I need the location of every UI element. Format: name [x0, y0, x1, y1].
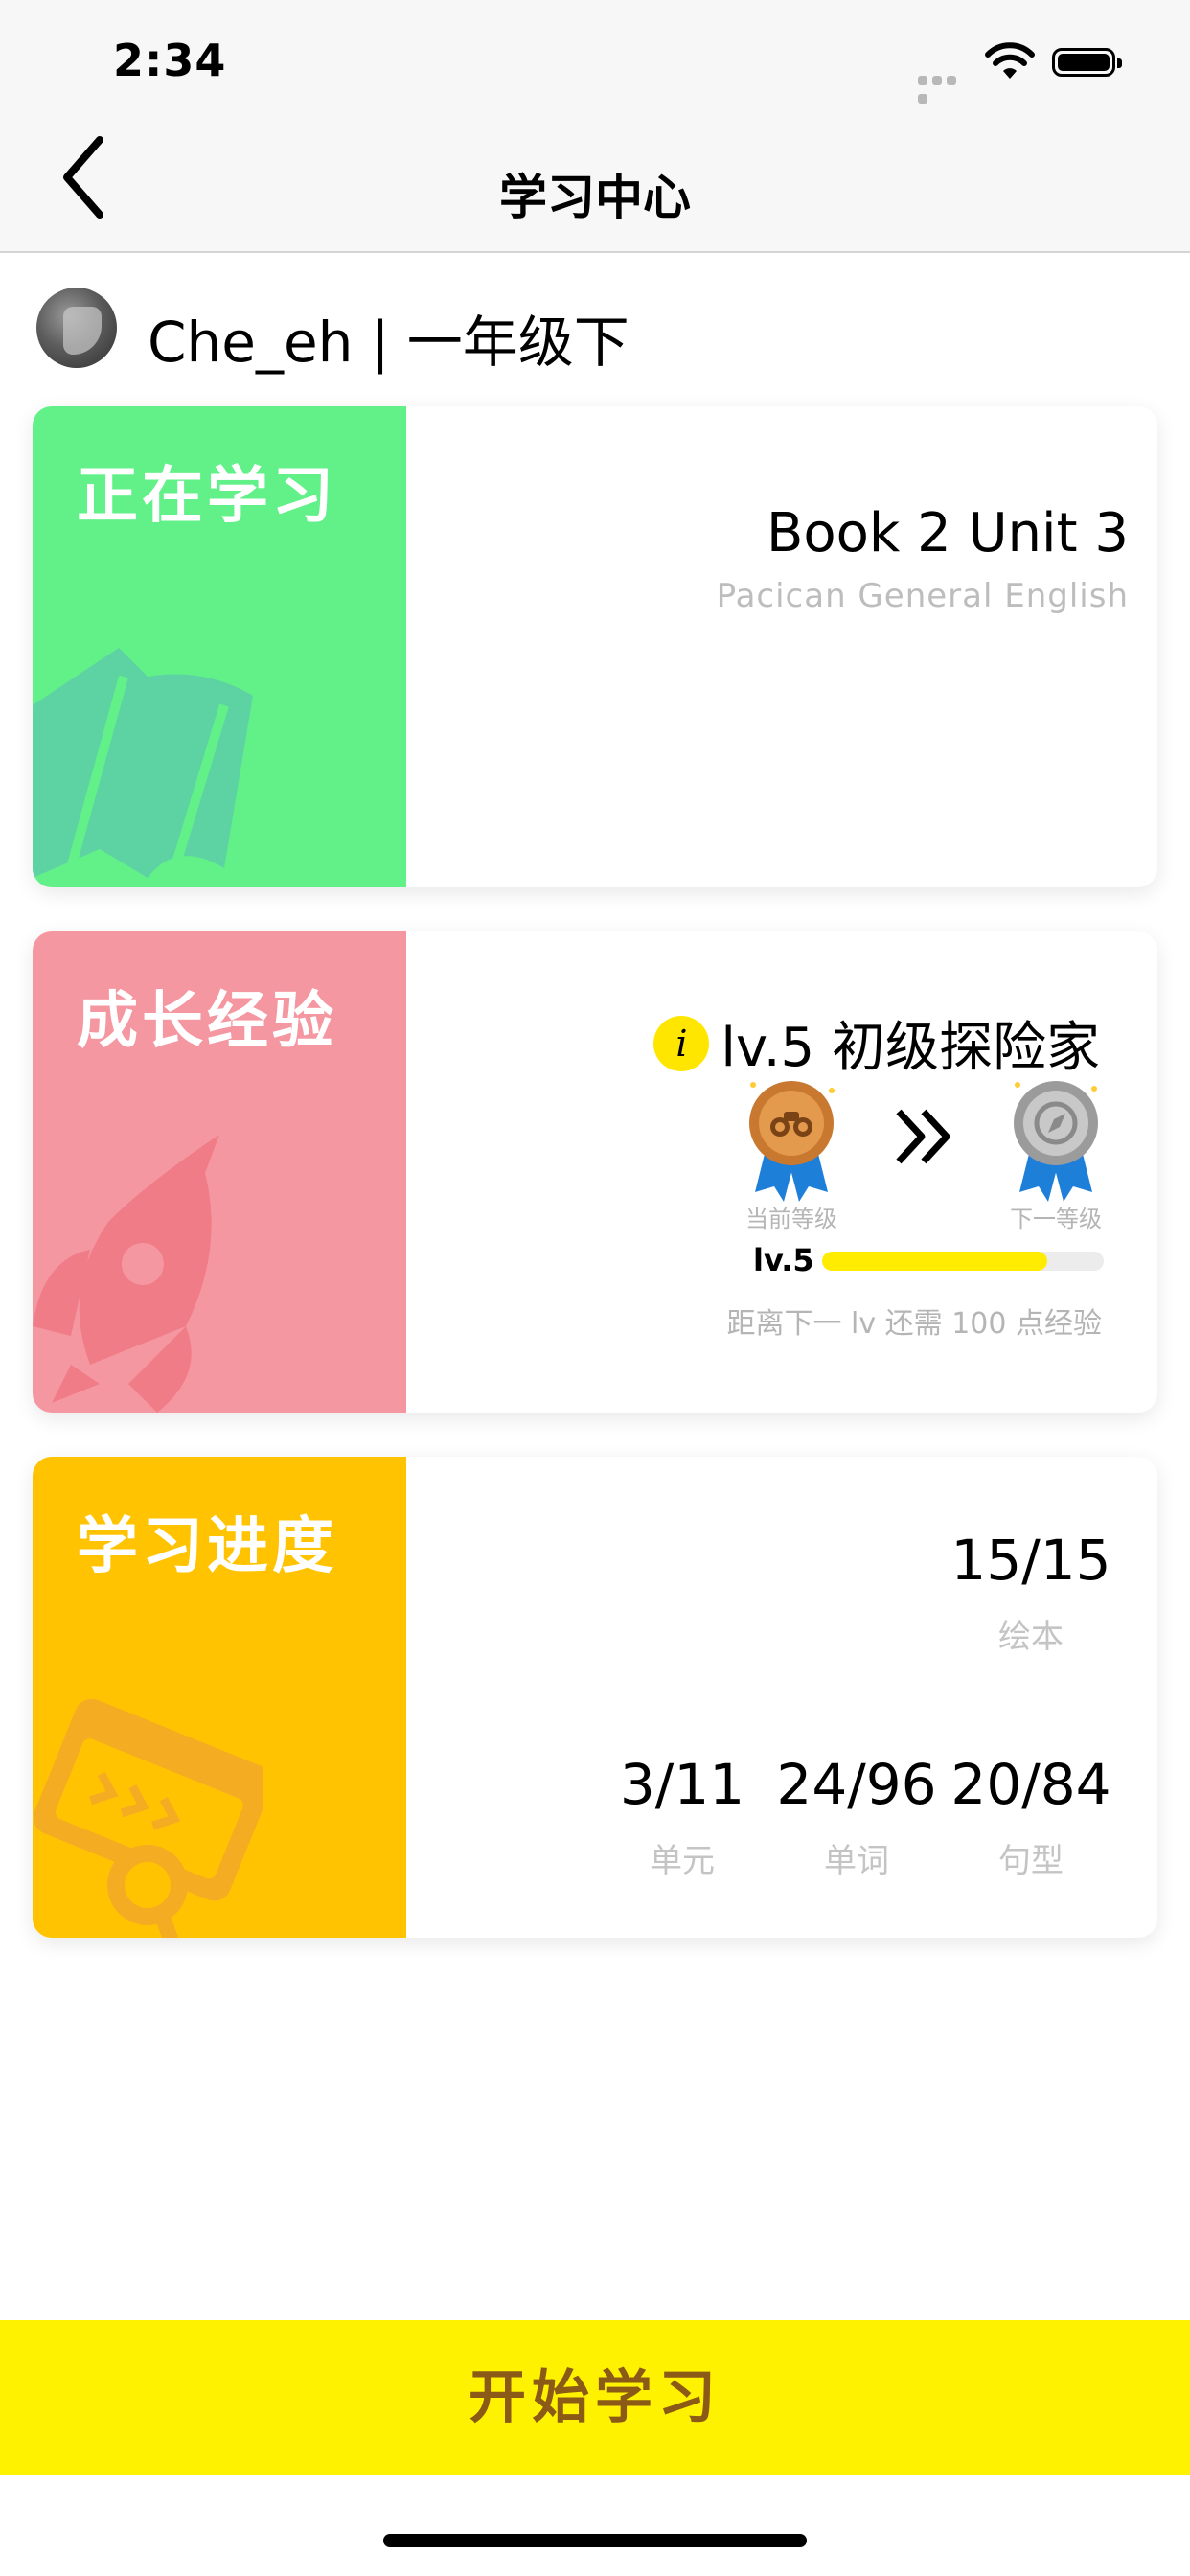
signal-icon: [918, 71, 973, 104]
stat-sentences: 20/84 句型: [935, 1752, 1127, 1881]
current-level-label: 当前等级: [745, 1206, 837, 1232]
stat-picture-books: 15/15 绘本: [935, 1528, 1127, 1657]
status-bar: 2:34: [0, 0, 1190, 126]
user-name-grade: Che_eh | 一年级下: [148, 310, 629, 375]
current-learning-title: 正在学习: [77, 461, 337, 532]
stat-units: 3/11 单元: [586, 1752, 778, 1881]
current-learning-card[interactable]: 正在学习 Book 2 Unit 3 Pacican General Engli…: [33, 406, 1157, 887]
next-level-label: 下一等级: [1010, 1206, 1102, 1232]
stat-words-value: 24/96: [776, 1752, 937, 1817]
battery-icon: [1052, 48, 1122, 77]
stat-sentences-label: 句型: [998, 1842, 1064, 1880]
stat-units-value: 3/11: [619, 1752, 745, 1817]
browser-search-icon: [33, 1698, 263, 1938]
double-chevron-right-icon: [896, 1109, 950, 1164]
avatar[interactable]: [36, 288, 117, 368]
stat-picture-books-value: 15/15: [950, 1528, 1111, 1593]
level-header: i lv.5 初级探险家: [653, 1004, 1100, 1079]
current-learning-side: 正在学习: [33, 406, 406, 887]
progress-title: 学习进度: [77, 1511, 337, 1582]
stat-sentences-value: 20/84: [950, 1752, 1111, 1817]
wifi-icon: [985, 42, 1035, 79]
growth-side: 成长经验: [33, 932, 406, 1413]
home-indicator[interactable]: [383, 2534, 807, 2547]
learning-progress-card[interactable]: 学习进度 15/15 绘本 3/11 单元 24/96 单词 20/84 句型: [33, 1457, 1157, 1938]
rocket-icon: [33, 1135, 219, 1413]
page-title: 学习中心: [499, 170, 691, 225]
growth-experience-card[interactable]: 成长经验 i lv.5 初级探险家 当前等级 下一等级 lv.5 距离下一 lv…: [33, 932, 1157, 1413]
stat-picture-books-label: 绘本: [998, 1618, 1064, 1656]
level-title: lv.5 初级探险家: [721, 1017, 1100, 1079]
stat-words: 24/96 单词: [761, 1752, 952, 1881]
info-icon[interactable]: i: [653, 1015, 710, 1071]
stat-words-label: 单词: [824, 1842, 889, 1880]
progress-side: 学习进度: [33, 1457, 406, 1938]
experience-needed: 距离下一 lv 还需 100 点经验: [726, 1307, 1103, 1341]
current-course: Pacican General English: [716, 577, 1129, 615]
start-learning-button[interactable]: 开始学习: [0, 2320, 1190, 2475]
level-value: lv.5: [753, 1242, 814, 1278]
current-book: Book 2 Unit 3: [766, 502, 1129, 564]
stat-units-label: 单元: [650, 1842, 715, 1880]
growth-title: 成长经验: [77, 986, 337, 1057]
experience-progress-bar: [822, 1252, 1104, 1271]
silver-medal-icon: [1014, 1081, 1098, 1202]
status-time: 2:34: [113, 34, 227, 86]
experience-progress-fill: [822, 1252, 1048, 1271]
book-icon: [33, 648, 253, 878]
bronze-medal-icon: [749, 1081, 835, 1202]
